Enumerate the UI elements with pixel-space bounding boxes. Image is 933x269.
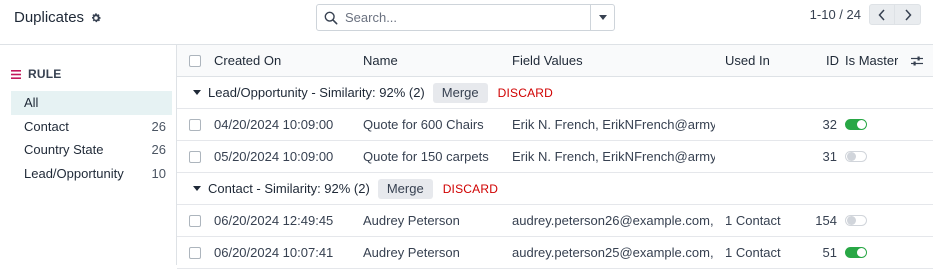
table-row[interactable]: 06/20/2024 12:49:45 Audrey Peterson audr… bbox=[177, 205, 933, 237]
column-header-id[interactable]: ID bbox=[826, 45, 839, 76]
search-input[interactable] bbox=[345, 5, 590, 30]
sidebar-item-label: All bbox=[24, 95, 39, 111]
group-label: Contact - Similarity: 92% (2) bbox=[208, 181, 370, 196]
row-checkbox[interactable] bbox=[189, 150, 201, 163]
select-all-cell bbox=[189, 45, 201, 76]
column-header-field-values[interactable]: Field Values bbox=[512, 45, 583, 76]
field-values-cell: audrey.peterson26@example.com, A... bbox=[512, 213, 715, 228]
discard-button[interactable]: DISCARD bbox=[433, 179, 508, 199]
table-header: Created On Name Field Values Used In ID … bbox=[177, 45, 933, 77]
field-values-cell: Erik N. French, ErikNFrench@armysp... bbox=[512, 149, 715, 164]
name-cell: Quote for 600 Chairs bbox=[363, 117, 484, 132]
merge-button[interactable]: Merge bbox=[377, 178, 433, 199]
pager-next-button[interactable] bbox=[895, 4, 921, 25]
created-on-cell: 05/20/2024 10:09:00 bbox=[214, 149, 334, 164]
discard-button[interactable]: DISCARD bbox=[488, 83, 563, 103]
breadcrumb: Duplicates bbox=[14, 9, 102, 26]
row-checkbox[interactable] bbox=[189, 214, 201, 227]
search-panel: RULE All Contact 26 Country State 26 Lea… bbox=[0, 44, 177, 265]
group-row-lead-opportunity[interactable]: Lead/Opportunity - Similarity: 92% (2) M… bbox=[177, 77, 933, 109]
rule-section-header: RULE bbox=[11, 67, 61, 81]
group-row-contact[interactable]: Contact - Similarity: 92% (2) Merge DISC… bbox=[177, 173, 933, 205]
group-label: Lead/Opportunity - Similarity: 92% (2) bbox=[208, 85, 425, 100]
duplicates-list: Created On Name Field Values Used In ID … bbox=[177, 44, 933, 269]
field-values-cell: Erik N. French, ErikNFrench@armysp... bbox=[512, 117, 715, 132]
sidebar-item-count: 10 bbox=[151, 165, 166, 181]
optional-columns-toggle[interactable] bbox=[911, 45, 923, 76]
row-checkbox[interactable] bbox=[189, 246, 201, 259]
sidebar-item-lead-opportunity[interactable]: Lead/Opportunity 10 bbox=[11, 162, 172, 186]
pager-previous-button[interactable] bbox=[869, 4, 895, 25]
table-row[interactable]: 05/20/2024 10:09:00 Quote for 150 carpet… bbox=[177, 141, 933, 173]
column-header-used-in[interactable]: Used In bbox=[725, 45, 770, 76]
is-master-toggle[interactable] bbox=[845, 119, 867, 130]
sidebar-item-country-state[interactable]: Country State 26 bbox=[11, 138, 172, 162]
rule-heading: RULE bbox=[28, 67, 62, 81]
id-cell: 51 bbox=[822, 245, 837, 260]
name-cell: Quote for 150 carpets bbox=[363, 149, 489, 164]
name-cell: Audrey Peterson bbox=[363, 213, 460, 228]
sidebar-item-count: 26 bbox=[151, 118, 166, 134]
sidebar-item-all[interactable]: All bbox=[11, 91, 172, 115]
table-row[interactable]: 04/20/2024 10:09:00 Quote for 600 Chairs… bbox=[177, 109, 933, 141]
id-cell: 31 bbox=[822, 149, 837, 164]
is-master-cell bbox=[845, 109, 867, 140]
merge-button[interactable]: Merge bbox=[432, 82, 488, 103]
id-cell: 154 bbox=[815, 213, 837, 228]
is-master-toggle[interactable] bbox=[845, 247, 867, 258]
sidebar-item-label: Lead/Opportunity bbox=[24, 165, 124, 181]
sliders-icon bbox=[911, 56, 923, 65]
name-cell: Audrey Peterson bbox=[363, 245, 460, 260]
sidebar-item-label: Country State bbox=[24, 142, 104, 158]
field-values-cell: audrey.peterson25@example.com, A... bbox=[512, 245, 715, 260]
row-checkbox-cell bbox=[189, 141, 201, 172]
id-cell: 32 bbox=[822, 117, 837, 132]
filter-toggle-button[interactable] bbox=[590, 5, 614, 30]
page-title: Duplicates bbox=[14, 9, 85, 26]
is-master-cell bbox=[845, 141, 867, 172]
created-on-cell: 04/20/2024 10:09:00 bbox=[214, 117, 334, 132]
chevron-left-icon bbox=[878, 8, 885, 21]
search-icon bbox=[317, 11, 345, 25]
select-all-checkbox[interactable] bbox=[189, 54, 201, 67]
is-master-toggle[interactable] bbox=[845, 215, 867, 226]
used-in-cell: 1 Contact bbox=[725, 245, 781, 260]
control-panel: Duplicates 1-10 / 24 bbox=[0, 0, 933, 44]
group-label-cell: Contact - Similarity: 92% (2) Merge DISC… bbox=[193, 173, 508, 204]
caret-down-icon bbox=[193, 186, 201, 191]
sidebar-item-count: 26 bbox=[151, 142, 166, 158]
column-header-is-master[interactable]: Is Master bbox=[845, 45, 898, 76]
pager: 1-10 / 24 bbox=[810, 4, 921, 25]
row-checkbox[interactable] bbox=[189, 118, 201, 131]
row-checkbox-cell bbox=[189, 205, 201, 236]
column-header-created-on[interactable]: Created On bbox=[214, 45, 281, 76]
pager-value[interactable]: 1-10 / 24 bbox=[810, 7, 861, 22]
chevron-right-icon bbox=[904, 8, 912, 21]
column-header-name[interactable]: Name bbox=[363, 45, 398, 76]
created-on-cell: 06/20/2024 10:07:41 bbox=[214, 245, 334, 260]
row-checkbox-cell bbox=[189, 109, 201, 140]
created-on-cell: 06/20/2024 12:49:45 bbox=[214, 213, 334, 228]
sidebar-item-contact[interactable]: Contact 26 bbox=[11, 115, 172, 139]
is-master-cell bbox=[845, 237, 867, 268]
used-in-cell: 1 Contact bbox=[725, 213, 781, 228]
is-master-cell bbox=[845, 205, 867, 236]
search-bar bbox=[316, 4, 615, 31]
caret-down-icon bbox=[598, 15, 607, 20]
caret-down-icon bbox=[193, 90, 201, 95]
hamburger-icon bbox=[11, 69, 21, 79]
group-label-cell: Lead/Opportunity - Similarity: 92% (2) M… bbox=[193, 77, 563, 108]
pager-buttons bbox=[869, 4, 921, 25]
rule-list: All Contact 26 Country State 26 Lead/Opp… bbox=[11, 91, 172, 185]
row-checkbox-cell bbox=[189, 237, 201, 268]
is-master-toggle[interactable] bbox=[845, 151, 867, 162]
gear-icon[interactable] bbox=[90, 12, 102, 24]
table-row[interactable]: 06/20/2024 10:07:41 Audrey Peterson audr… bbox=[177, 237, 933, 269]
sidebar-item-label: Contact bbox=[24, 118, 69, 134]
